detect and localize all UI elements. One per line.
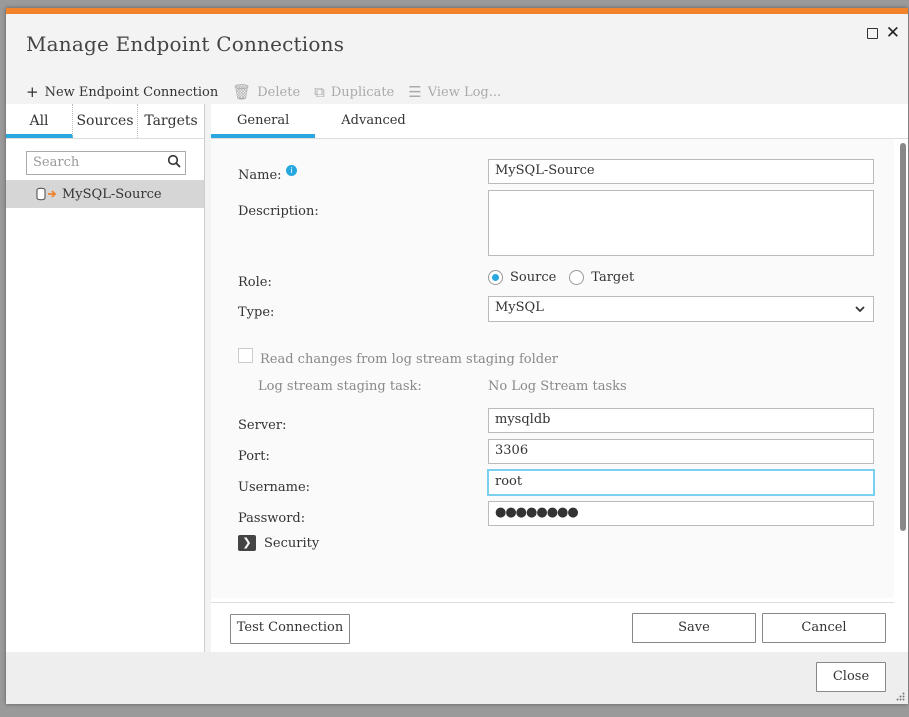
form-scrollbar[interactable]	[900, 143, 906, 531]
view-log-label: View Log...	[427, 84, 502, 100]
tab-advanced[interactable]: Advanced	[315, 104, 431, 138]
password-field[interactable]: ●●●●●●●●	[488, 501, 874, 526]
security-toggle[interactable]: ❯ Security	[238, 535, 319, 551]
role-radio-group: Source Target	[488, 270, 634, 285]
maximize-icon[interactable]	[867, 28, 878, 39]
endpoint-list-pane: All Sources Targets Search MySQL-Source	[6, 104, 204, 652]
search-input[interactable]: Search	[26, 151, 186, 175]
duplicate-button[interactable]: ⧉ Duplicate	[314, 83, 394, 101]
type-select[interactable]: MySQL	[488, 296, 874, 322]
role-target-radio[interactable]	[569, 270, 585, 285]
log-stream-checkbox[interactable]	[238, 348, 253, 363]
description-field[interactable]	[488, 190, 874, 256]
server-field[interactable]: mysqldb	[488, 408, 874, 433]
search-placeholder: Search	[33, 155, 80, 170]
test-connection-button[interactable]: Test Connection	[230, 614, 350, 644]
log-stream-checkbox-label: Read changes from log stream staging fol…	[260, 352, 559, 367]
resize-grip-icon[interactable]	[896, 692, 905, 701]
new-endpoint-label: New Endpoint Connection	[44, 84, 219, 100]
duplicate-icon: ⧉	[314, 83, 325, 101]
new-endpoint-button[interactable]: + New Endpoint Connection	[26, 83, 218, 101]
role-label: Role:	[238, 275, 272, 290]
tab-all[interactable]: All	[6, 104, 73, 138]
chevron-right-icon: ❯	[238, 535, 256, 551]
port-value: 3306	[495, 443, 529, 458]
chevron-down-icon	[855, 306, 865, 313]
server-value: mysqldb	[495, 412, 551, 427]
role-source-radio[interactable]	[488, 270, 503, 285]
tab-sources[interactable]: Sources	[73, 104, 138, 138]
trash-icon: 🗑	[232, 83, 252, 101]
toolbar: + New Endpoint Connection 🗑 Delete ⧉ Dup…	[26, 80, 515, 104]
type-label: Type:	[238, 305, 275, 320]
search-icon[interactable]	[167, 154, 181, 168]
username-field[interactable]: root	[487, 469, 875, 496]
port-label: Port:	[238, 449, 270, 464]
cancel-button[interactable]: Cancel	[762, 613, 886, 643]
manage-endpoint-dialog: Manage Endpoint Connections ✕ + New Endp…	[6, 8, 908, 704]
action-bar: Test Connection Save Cancel	[211, 602, 894, 655]
endpoint-detail-pane: General Advanced Name: i MySQL-Source De…	[211, 104, 908, 655]
list-item[interactable]: MySQL-Source	[6, 180, 204, 208]
name-field[interactable]: MySQL-Source	[488, 159, 874, 184]
log-stream-task-value: No Log Stream tasks	[488, 379, 627, 394]
role-source-label: Source	[510, 270, 557, 285]
tab-general[interactable]: General	[211, 104, 316, 138]
type-value: MySQL	[495, 300, 544, 315]
log-icon: ☰	[408, 83, 422, 101]
plus-icon: +	[26, 83, 39, 101]
security-label: Security	[264, 535, 320, 551]
name-value: MySQL-Source	[495, 163, 595, 178]
delete-label: Delete	[257, 84, 301, 100]
username-label: Username:	[238, 480, 311, 495]
general-form: Name: i MySQL-Source Description: Role: …	[211, 139, 894, 598]
server-label: Server:	[238, 418, 287, 433]
log-stream-task-label: Log stream staging task:	[258, 379, 422, 394]
role-target-label: Target	[591, 270, 635, 285]
dialog-title: Manage Endpoint Connections	[26, 32, 345, 56]
tab-targets[interactable]: Targets	[138, 104, 204, 138]
filter-tabs: All Sources Targets	[6, 104, 204, 139]
password-label: Password:	[238, 511, 306, 526]
close-button[interactable]: Close	[816, 662, 886, 692]
dialog-footer: Close	[6, 652, 908, 704]
duplicate-label: Duplicate	[330, 84, 395, 100]
delete-button[interactable]: 🗑 Delete	[232, 83, 300, 101]
description-label: Description:	[238, 204, 319, 219]
info-icon[interactable]: i	[286, 165, 297, 176]
password-value: ●●●●●●●●	[495, 505, 579, 520]
detail-tabs: General Advanced	[211, 104, 908, 139]
username-value: root	[495, 474, 523, 489]
name-label: Name:	[238, 168, 282, 183]
save-button[interactable]: Save	[632, 613, 756, 643]
database-source-icon	[36, 187, 58, 201]
port-field[interactable]: 3306	[488, 439, 874, 464]
title-bar: Manage Endpoint Connections ✕ + New Endp…	[6, 14, 908, 104]
view-log-button[interactable]: ☰ View Log...	[408, 83, 501, 101]
list-item-label: MySQL-Source	[62, 186, 162, 202]
close-icon[interactable]: ✕	[886, 23, 900, 43]
